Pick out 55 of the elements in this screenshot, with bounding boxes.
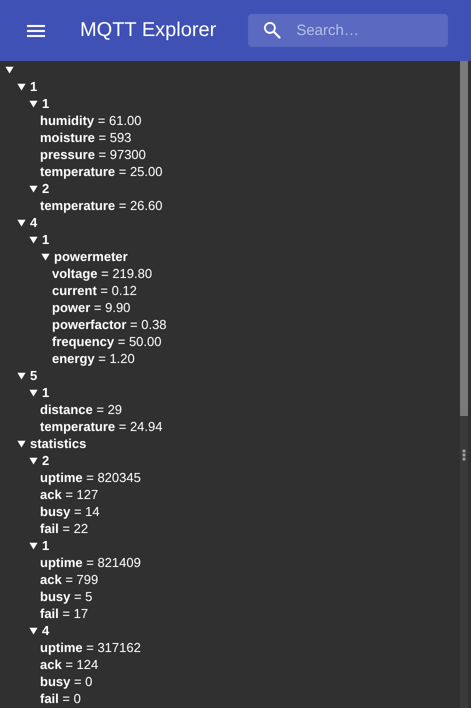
topic-value[interactable]: busy = 14	[40, 504, 100, 519]
topic-name[interactable]: 1	[42, 96, 50, 111]
topic-value[interactable]: temperature = 25.00	[40, 164, 162, 179]
caret-icon[interactable]	[17, 82, 26, 91]
topic-value[interactable]: pressure = 97300	[40, 147, 146, 162]
topic-value[interactable]: voltage = 219.80	[52, 266, 152, 281]
caret-icon[interactable]	[29, 456, 38, 465]
topic-value[interactable]: uptime = 821409	[40, 555, 141, 570]
topic-value[interactable]: busy = 0	[40, 674, 92, 689]
topic-value[interactable]: uptime = 317162	[40, 640, 141, 655]
caret-icon[interactable]	[17, 439, 26, 448]
scrollbar-thumb[interactable]	[460, 61, 468, 416]
topic-value[interactable]: powerfactor = 0.38	[52, 317, 167, 332]
topic-value[interactable]: ack = 124	[40, 657, 98, 672]
app-title: MQTT Explorer	[80, 19, 216, 42]
topic-name[interactable]: 4	[42, 623, 50, 638]
caret-icon[interactable]	[17, 371, 26, 380]
topic-value[interactable]: energy = 1.20	[52, 351, 135, 366]
caret-icon[interactable]	[41, 252, 50, 261]
menu-icon[interactable]	[27, 24, 45, 36]
topic-value[interactable]: moisture = 593	[40, 130, 132, 145]
topic-value[interactable]: power = 9.90	[52, 300, 130, 315]
search-icon	[262, 20, 282, 40]
topic-value[interactable]: ack = 799	[40, 572, 98, 587]
topic-value[interactable]: fail = 17	[40, 606, 88, 621]
topic-name[interactable]: 2	[42, 181, 50, 196]
caret-icon[interactable]	[29, 541, 38, 550]
topic-value[interactable]: current = 0.12	[52, 283, 137, 298]
topic-name[interactable]: 1	[42, 232, 50, 247]
topic-value[interactable]: ack = 127	[40, 487, 98, 502]
topic-value[interactable]: temperature = 26.60	[40, 198, 162, 213]
caret-icon[interactable]	[29, 626, 38, 635]
caret-icon[interactable]	[17, 218, 26, 227]
topic-name[interactable]: statistics	[30, 436, 86, 451]
caret-icon[interactable]	[5, 65, 14, 74]
topic-name[interactable]: 1	[42, 538, 50, 553]
drag-handle-icon[interactable]	[462, 449, 466, 461]
topic-name[interactable]: 2	[42, 453, 50, 468]
topic-name[interactable]: 5	[30, 368, 38, 383]
topic-value[interactable]: fail = 22	[40, 521, 88, 536]
topic-name[interactable]: 4	[30, 215, 38, 230]
topic-value[interactable]: fail = 0	[40, 691, 81, 706]
caret-icon[interactable]	[29, 235, 38, 244]
caret-icon[interactable]	[29, 388, 38, 397]
topic-name[interactable]: 1	[30, 79, 38, 94]
topic-value[interactable]: distance = 29	[40, 402, 122, 417]
topic-name[interactable]: powermeter	[54, 249, 128, 264]
topic-value[interactable]: busy = 5	[40, 589, 92, 604]
topic-value[interactable]: temperature = 24.94	[40, 419, 162, 434]
caret-icon[interactable]	[29, 99, 38, 108]
caret-icon[interactable]	[29, 184, 38, 193]
topic-value[interactable]: uptime = 820345	[40, 470, 141, 485]
topic-name[interactable]: 1	[42, 385, 50, 400]
topic-value[interactable]: humidity = 61.00	[40, 113, 142, 128]
topic-value[interactable]: frequency = 50.00	[52, 334, 162, 349]
